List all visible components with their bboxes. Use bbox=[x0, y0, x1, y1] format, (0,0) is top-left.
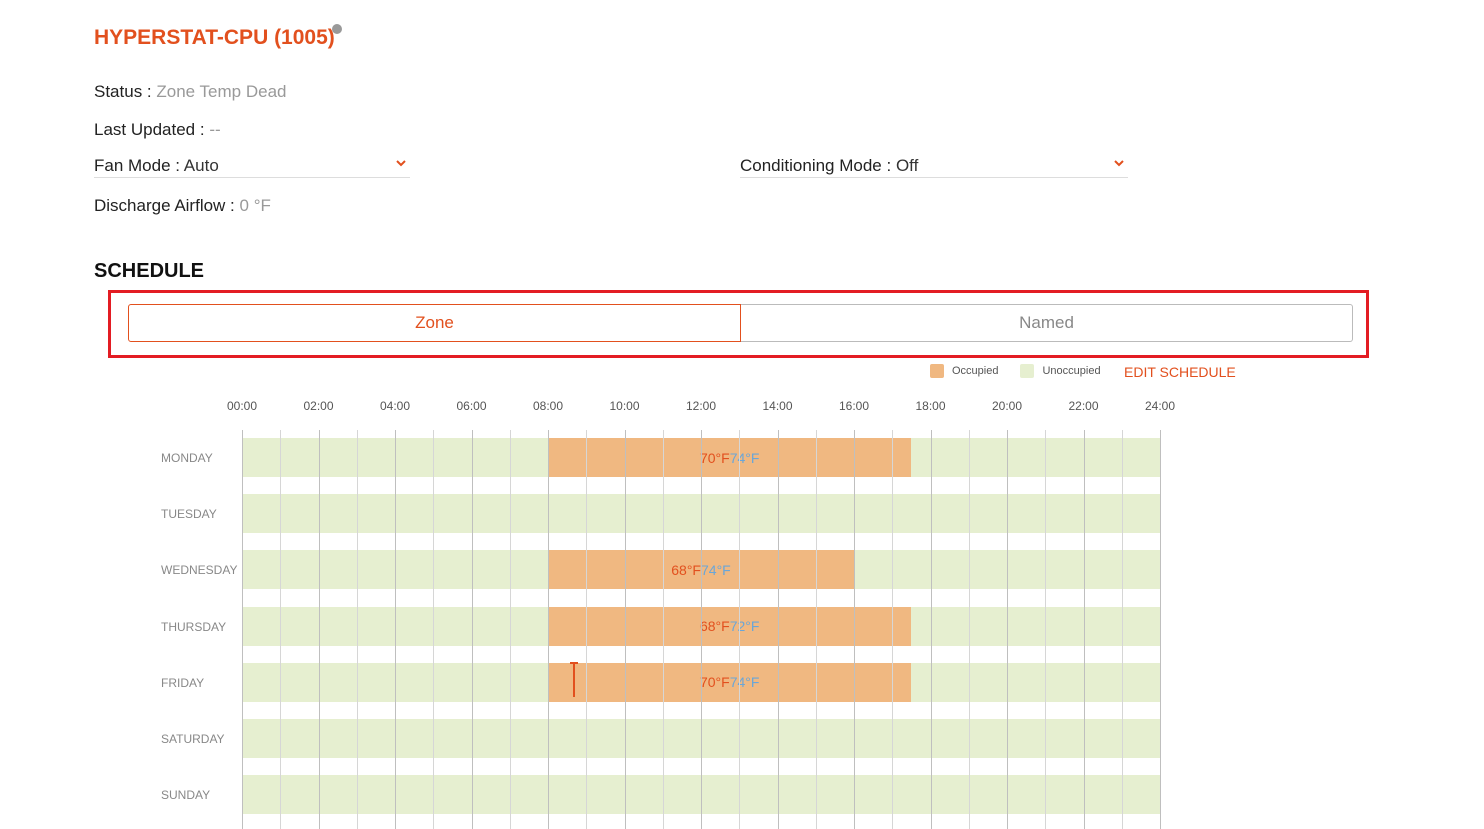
grid-line bbox=[815, 430, 817, 829]
schedule-legend: Occupied Unoccupied bbox=[930, 364, 1123, 378]
day-label: SATURDAY bbox=[161, 732, 225, 746]
status-label: Status : bbox=[94, 82, 152, 101]
unoccupied-swatch bbox=[1020, 364, 1035, 378]
grid-line bbox=[471, 430, 473, 829]
grid-line bbox=[509, 430, 511, 829]
hour-axis: 00:00 02:00 04:00 06:00 08:00 10:00 12:00 14:00… bbox=[0, 399, 1484, 415]
hour-label: 00:00 bbox=[226, 399, 258, 413]
fan-mode-label: Fan Mode : bbox=[94, 156, 180, 175]
tab-named[interactable]: Named bbox=[741, 304, 1353, 342]
legend-occupied: Occupied bbox=[930, 364, 998, 378]
grid-line bbox=[1045, 430, 1047, 829]
day-label: SUNDAY bbox=[161, 788, 211, 803]
hour-label: 24:00 bbox=[1144, 399, 1176, 413]
day-label: TUESDAY bbox=[161, 507, 217, 522]
grid-line bbox=[586, 430, 588, 829]
last-updated-value: -- bbox=[209, 120, 221, 139]
conditioning-mode-value: Off bbox=[895, 156, 919, 175]
hour-label: 10:00 bbox=[609, 399, 640, 413]
status-row: Status : Zone Temp Dead bbox=[94, 82, 286, 102]
legend-occupied-label: Occupied bbox=[952, 365, 999, 377]
hour-label: 12:00 bbox=[685, 399, 717, 413]
chevron-down-icon[interactable] bbox=[1114, 155, 1124, 171]
last-updated-row: Last Updated : -- bbox=[94, 120, 221, 140]
page-title: HYPERSTAT-CPU (1005) bbox=[94, 26, 335, 49]
schedule-title: SCHEDULE bbox=[94, 260, 205, 282]
day-label: FRIDAY bbox=[161, 675, 205, 690]
hour-label: 08:00 bbox=[532, 399, 564, 413]
grid-line bbox=[930, 430, 932, 829]
grid-line bbox=[892, 430, 894, 829]
grid-line bbox=[662, 430, 664, 829]
grid-line bbox=[356, 430, 358, 829]
day-label: THURSDAY bbox=[161, 619, 227, 634]
day-label: WEDNESDAY bbox=[161, 563, 238, 578]
legend-unoccupied-label: Unoccupied bbox=[1042, 365, 1101, 377]
discharge-airflow-row: Discharge Airflow : 0 °F bbox=[94, 196, 271, 216]
hour-label: 22:00 bbox=[1068, 399, 1099, 413]
grid-line bbox=[701, 430, 702, 829]
day-label: MONDAY bbox=[161, 451, 213, 465]
grid-line bbox=[395, 430, 396, 829]
status-value: Zone Temp Dead bbox=[156, 82, 287, 101]
chevron-down-icon[interactable] bbox=[396, 155, 406, 171]
discharge-airflow-label: Discharge Airflow : bbox=[94, 196, 235, 215]
grid-line bbox=[1007, 430, 1008, 829]
grid-line bbox=[280, 430, 282, 829]
discharge-airflow-value: 0 °F bbox=[239, 196, 271, 215]
fan-mode-dropdown[interactable]: Fan Mode : Auto bbox=[94, 152, 410, 178]
grid-line bbox=[739, 430, 741, 829]
hour-label: 04:00 bbox=[379, 399, 411, 413]
tab-zone[interactable]: Zone bbox=[128, 304, 741, 342]
hour-label: 20:00 bbox=[991, 399, 1023, 413]
connection-status-dot bbox=[332, 24, 342, 34]
edit-schedule-link[interactable]: EDIT SCHEDULE bbox=[1124, 364, 1236, 380]
fan-mode-value: Auto bbox=[183, 156, 219, 175]
occupied-swatch bbox=[930, 364, 944, 378]
hour-label: 02:00 bbox=[303, 399, 334, 413]
hour-label: 16:00 bbox=[838, 399, 870, 413]
legend-unoccupied: Unoccupied bbox=[1020, 364, 1101, 378]
grid-line bbox=[968, 430, 970, 829]
grid-line bbox=[242, 430, 243, 829]
grid-line bbox=[1160, 430, 1161, 829]
hour-label: 18:00 bbox=[915, 399, 946, 413]
schedule-type-tabs: Zone Named bbox=[128, 304, 1353, 342]
conditioning-mode-dropdown[interactable]: Conditioning Mode : Off bbox=[740, 152, 1128, 178]
grid-line bbox=[1083, 430, 1085, 829]
grid-line bbox=[624, 430, 626, 829]
hour-label: 06:00 bbox=[456, 399, 487, 413]
grid-line bbox=[854, 430, 855, 829]
last-updated-label: Last Updated : bbox=[94, 120, 205, 139]
conditioning-mode-label: Conditioning Mode : bbox=[740, 156, 892, 175]
grid-line bbox=[318, 430, 320, 829]
grid-line bbox=[433, 430, 435, 829]
grid-line bbox=[1121, 430, 1123, 829]
grid-line bbox=[548, 430, 549, 829]
schedule-grid bbox=[242, 430, 1161, 829]
hour-label: 14:00 bbox=[762, 399, 793, 413]
grid-line bbox=[777, 430, 779, 829]
